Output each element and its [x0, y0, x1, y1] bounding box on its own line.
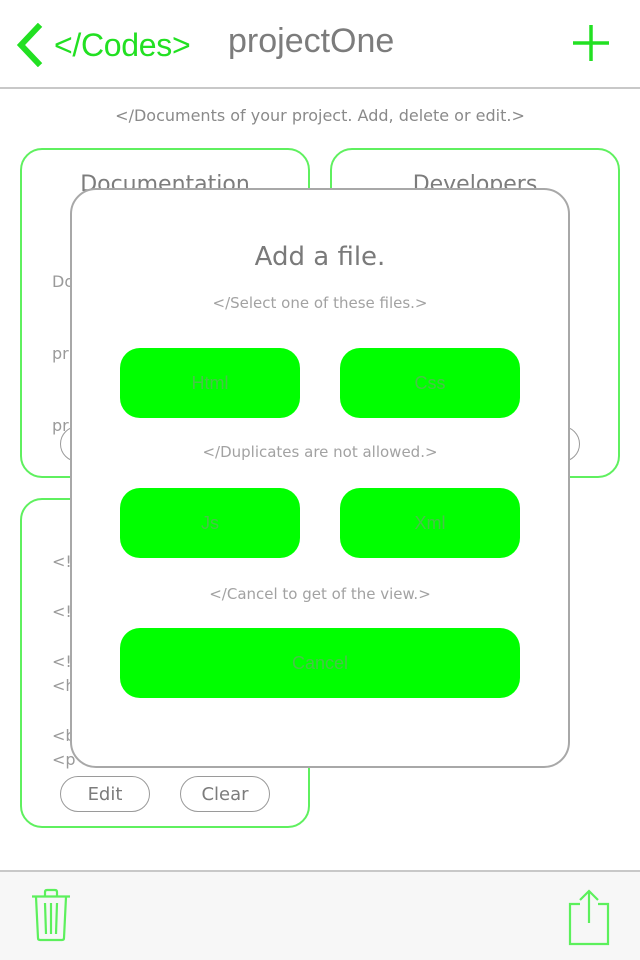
html-button[interactable]: Html [120, 348, 300, 418]
chevron-left-icon [16, 23, 43, 67]
trash-icon[interactable] [28, 888, 74, 944]
plus-icon[interactable] [570, 22, 612, 64]
select-hint: </Select one of these files.> [212, 294, 428, 312]
dialog-title: Add a file. [254, 242, 386, 272]
page-title: projectOne [228, 22, 395, 60]
back-button[interactable]: </Codes> [14, 20, 191, 70]
cancel-hint: </Cancel to get of the view.> [209, 585, 431, 603]
bottom-toolbar [0, 870, 640, 960]
edit-button[interactable]: Edit [60, 776, 150, 812]
code-line: <! [52, 602, 72, 621]
clear-button[interactable]: Clear [180, 776, 270, 812]
duplicates-hint: </Duplicates are not allowed.> [202, 443, 438, 461]
page-subtitle: </Documents of your project. Add, delete… [115, 106, 525, 125]
back-label: </Codes> [54, 26, 191, 63]
code-line: <! [52, 652, 72, 671]
share-icon[interactable] [566, 888, 612, 946]
add-file-dialog: Add a file. </Select one of these files.… [70, 188, 570, 768]
xml-button[interactable]: Xml [340, 488, 520, 558]
js-button[interactable]: Js [120, 488, 300, 558]
cancel-button[interactable]: Cancel [120, 628, 520, 698]
navigation-bar: </Codes> projectOne [0, 0, 640, 89]
css-button[interactable]: Css [340, 348, 520, 418]
code-line: <! [52, 552, 72, 571]
